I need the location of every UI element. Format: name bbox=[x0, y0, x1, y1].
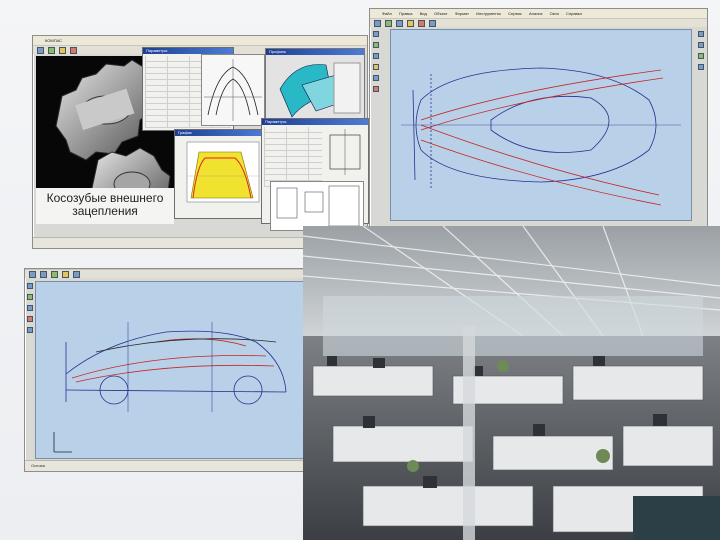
side-cad-statusbar: Основа bbox=[25, 460, 329, 471]
mesh-3d-panel: Профиль bbox=[265, 48, 365, 128]
menu-item[interactable]: Правка bbox=[399, 11, 413, 16]
toolbar-button[interactable] bbox=[73, 270, 80, 278]
top-cad-left-toolbar bbox=[373, 31, 379, 92]
toolbar-button[interactable] bbox=[37, 46, 44, 54]
tool-button[interactable] bbox=[27, 327, 33, 333]
office-photo-illustration bbox=[303, 226, 720, 540]
upper-gear-shape bbox=[55, 59, 157, 161]
tool-button[interactable] bbox=[698, 31, 704, 37]
car-side-view-drawing bbox=[53, 322, 287, 453]
top-cad-window: Файл Правка Вид Объект Формат Инструмент… bbox=[369, 8, 711, 242]
open-office-photo bbox=[303, 226, 720, 540]
chart-drawing bbox=[186, 141, 260, 203]
gear-window-menubar: КОМПАС bbox=[33, 36, 367, 45]
toolbar-button[interactable] bbox=[396, 19, 403, 27]
menu-item[interactable]: Анализ bbox=[529, 11, 543, 16]
toolbar-button[interactable] bbox=[51, 270, 58, 278]
tool-button[interactable] bbox=[27, 316, 33, 322]
top-view-viewport[interactable] bbox=[390, 29, 692, 221]
detail-table-grid bbox=[264, 127, 322, 187]
gear-design-window: КОМПАС Косозубые внешнего зацепления Пар… bbox=[32, 35, 371, 249]
menu-item[interactable]: Вид bbox=[420, 11, 427, 16]
toolbar-button[interactable] bbox=[40, 270, 47, 278]
gear-caption-box: Косозубые внешнего зацепления bbox=[36, 188, 174, 224]
toolbar-button[interactable] bbox=[374, 19, 381, 27]
tool-button[interactable] bbox=[373, 75, 379, 81]
chart-dialog: График bbox=[174, 129, 266, 219]
toolbar-button[interactable] bbox=[59, 46, 66, 54]
drawing-sheet bbox=[270, 181, 364, 231]
drawing-sheet-lines bbox=[276, 185, 360, 227]
tool-button[interactable] bbox=[373, 64, 379, 70]
shaft-sketch bbox=[329, 129, 361, 175]
menu-item[interactable]: Инструменты bbox=[476, 11, 501, 16]
toolbar-button[interactable] bbox=[29, 270, 36, 278]
top-cad-menubar: Файл Правка Вид Объект Формат Инструмент… bbox=[370, 9, 707, 18]
tool-button[interactable] bbox=[27, 283, 33, 289]
top-cad-right-toolbar bbox=[698, 31, 704, 70]
menu-item[interactable]: Объект bbox=[434, 11, 448, 16]
toolbar-button[interactable] bbox=[385, 19, 392, 27]
tooth-profile-panel bbox=[201, 54, 265, 126]
tool-button[interactable] bbox=[373, 53, 379, 59]
side-view-viewport[interactable] bbox=[35, 281, 323, 459]
tool-button[interactable] bbox=[698, 42, 704, 48]
menu-item[interactable]: Формат bbox=[455, 11, 469, 16]
side-cad-toolbar bbox=[25, 269, 325, 278]
toolbar-button[interactable] bbox=[70, 46, 77, 54]
gear-caption-line2: зацепления bbox=[72, 204, 138, 218]
tool-button[interactable] bbox=[27, 305, 33, 311]
menu-item[interactable]: Справка bbox=[566, 11, 582, 16]
menu-item[interactable]: Окно bbox=[550, 11, 559, 16]
toolbar-button[interactable] bbox=[429, 19, 436, 27]
mesh-3d-drawing bbox=[279, 62, 361, 118]
menu-item[interactable]: Сервис bbox=[508, 11, 522, 16]
tool-button[interactable] bbox=[698, 64, 704, 70]
toolbar-button[interactable] bbox=[407, 19, 414, 27]
tool-button[interactable] bbox=[373, 31, 379, 37]
gear-window-title: КОМПАС bbox=[45, 38, 63, 43]
side-cad-left-toolbar bbox=[27, 283, 33, 333]
tool-button[interactable] bbox=[373, 42, 379, 48]
tool-button[interactable] bbox=[373, 86, 379, 92]
top-cad-toolbar bbox=[370, 18, 707, 27]
tool-button[interactable] bbox=[698, 53, 704, 59]
side-cad-window: Основа bbox=[24, 268, 329, 472]
toolbar-button[interactable] bbox=[62, 270, 69, 278]
menu-item[interactable]: Файл bbox=[382, 11, 392, 16]
side-cad-status-text: Основа bbox=[31, 463, 45, 468]
car-top-view-drawing bbox=[401, 67, 681, 206]
toolbar-button[interactable] bbox=[418, 19, 425, 27]
tool-button[interactable] bbox=[27, 294, 33, 300]
toolbar-button[interactable] bbox=[48, 46, 55, 54]
tooth-profile-drawing bbox=[204, 59, 262, 121]
